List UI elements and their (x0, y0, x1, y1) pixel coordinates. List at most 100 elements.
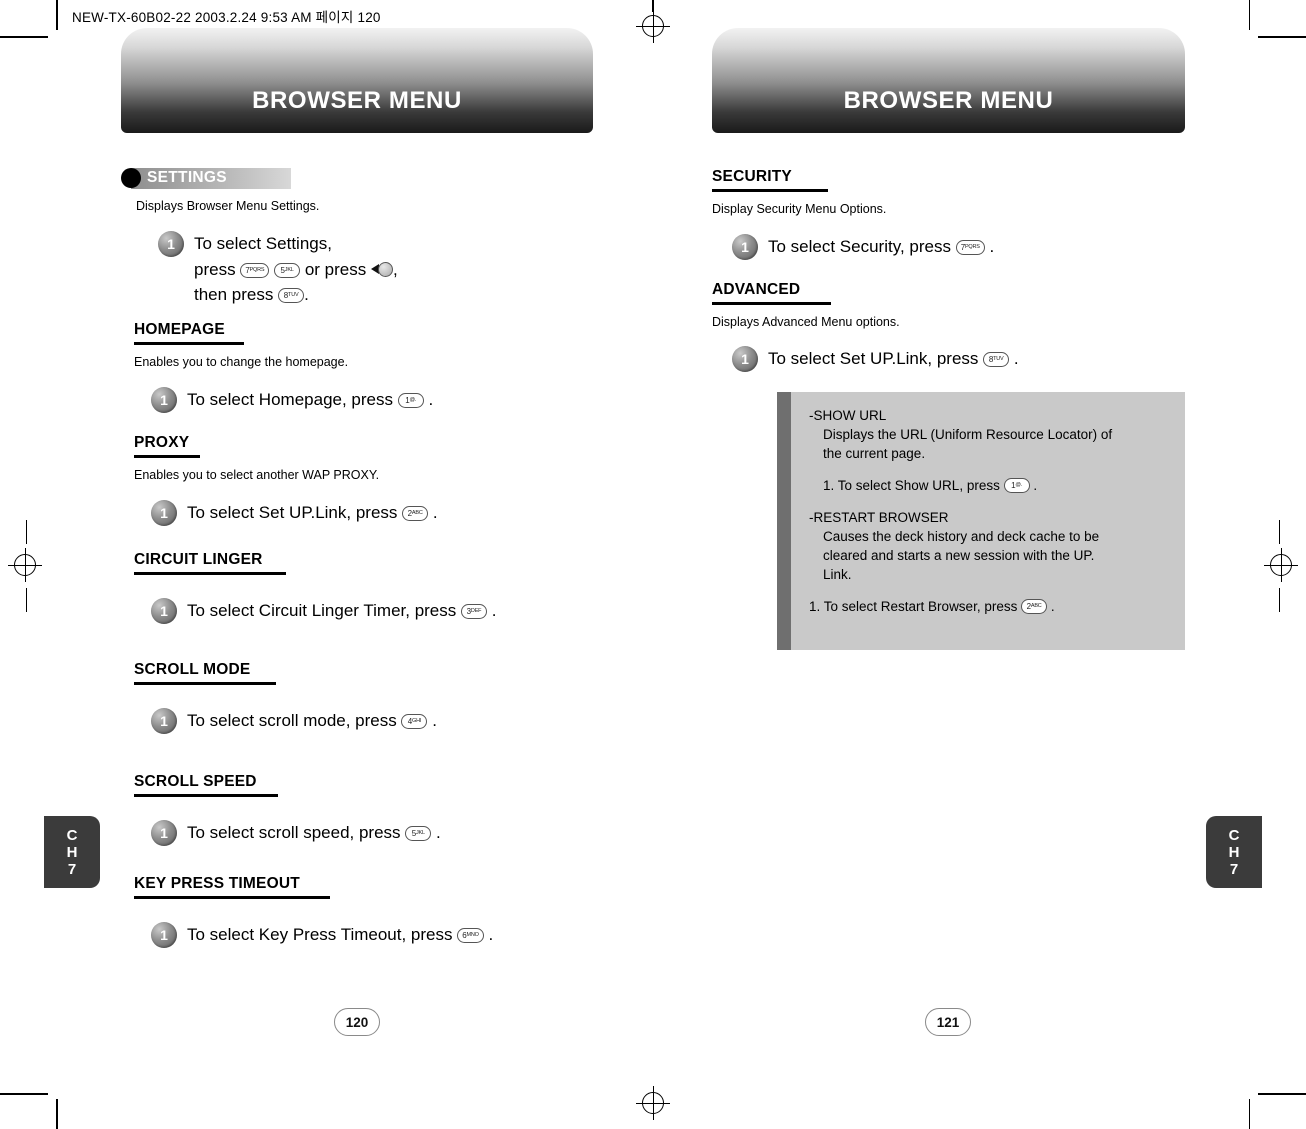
advanced-heading-text: ADVANCED (712, 281, 801, 298)
settings-step-line2-mid: or press (304, 260, 367, 279)
section-heading-scroll-speed: SCROLL SPEED (134, 773, 278, 800)
homepage-description: Enables you to change the homepage. (134, 355, 349, 369)
section-heading-advanced: ADVANCED (712, 281, 831, 308)
scroll-speed-step: 1 To select scroll speed, press 5JKL . (151, 820, 441, 846)
scroll-speed-heading-rule (134, 794, 278, 797)
page-number-left: 120 (334, 1008, 380, 1036)
scroll-mode-step-number: 1 (151, 708, 177, 734)
note-restart-browser-step-pre: 1. To select Restart Browser, press (809, 599, 1018, 614)
chapter-tab-right: C H 7 (1206, 816, 1262, 888)
section-heading-proxy: PROXY (134, 434, 200, 461)
left-page-title: BROWSER MENU (252, 87, 462, 114)
proxy-step-post: . (432, 503, 438, 522)
note-restart-browser-line1: Causes the deck history and deck cache t… (823, 529, 1100, 544)
advanced-step-text: To select Set UP.Link, press 8TUV . (768, 346, 1019, 371)
note-gap-3 (809, 584, 1169, 597)
homepage-step-text: To select Homepage, press 1@. . (187, 387, 433, 412)
chapter-tab-left: C H 7 (44, 816, 100, 888)
circuit-linger-step-pre: To select Circuit Linger Timer, press (187, 601, 457, 620)
advanced-step-post: . (1013, 349, 1019, 368)
security-step-text: To select Security, press 7PQRS . (768, 234, 994, 259)
section-heading-scroll-mode: SCROLL MODE (134, 661, 276, 688)
note-gap-1 (809, 463, 1169, 476)
note-restart-browser-line2: cleared and starts a new session with th… (823, 548, 1095, 563)
key-2-icon: 2ABC (402, 506, 429, 521)
security-step-pre: To select Security, press (768, 237, 951, 256)
note-show-url-step: 1. To select Show URL, press 1@. . (809, 476, 1169, 495)
chapter-tab-right-c: C (1228, 826, 1240, 844)
security-step: 1 To select Security, press 7PQRS . (732, 234, 994, 260)
advanced-note-box-inner: -SHOW URL Displays the URL (Uniform Reso… (791, 392, 1185, 626)
scroll-mode-heading-rule (134, 682, 276, 685)
key-press-timeout-heading-text: KEY PRESS TIMEOUT (134, 875, 300, 892)
note-restart-browser-title: -RESTART BROWSER (809, 510, 949, 525)
key-press-timeout-step-post: . (488, 925, 494, 944)
settings-step-line2-pre: press (194, 260, 236, 279)
scroll-speed-step-text: To select scroll speed, press 5JKL . (187, 820, 441, 845)
bullet-dot-icon (121, 168, 141, 188)
note-restart-browser-line3: Link. (823, 567, 852, 582)
scroll-speed-step-post: . (436, 823, 441, 842)
homepage-step-number: 1 (151, 387, 177, 413)
circuit-linger-step: 1 To select Circuit Linger Timer, press … (151, 598, 496, 624)
left-page: BROWSER MENU SETTINGS Displays Browser M… (0, 0, 653, 1129)
security-description: Display Security Menu Options. (712, 202, 887, 216)
settings-pill-bar: SETTINGS (131, 167, 291, 189)
key-7-icon: 7PQRS (240, 263, 270, 278)
note-restart-browser-step: 1. To select Restart Browser, press 2ABC… (809, 597, 1169, 616)
homepage-step-post: . (428, 390, 434, 409)
note-restart-browser-step-post: . (1050, 599, 1055, 614)
key-press-timeout-heading-rule (134, 896, 330, 899)
advanced-note-box: -SHOW URL Displays the URL (Uniform Reso… (777, 392, 1185, 650)
key-6-icon: 6MNO (457, 928, 484, 943)
scroll-speed-step-number: 1 (151, 820, 177, 846)
note-show-url-title: -SHOW URL (809, 408, 887, 423)
proxy-step-text: To select Set UP.Link, press 2ABC . (187, 500, 438, 525)
scroll-mode-step-text: To select scroll mode, press 4GHI . (187, 708, 437, 733)
key-7b-icon: 7PQRS (955, 240, 985, 255)
key-5b-icon: 5JKL (405, 826, 432, 841)
scroll-mode-heading-text: SCROLL MODE (134, 661, 251, 678)
chapter-tab-right-h: H (1228, 843, 1240, 861)
settings-step-text: To select Settings, press 7PQRS 5JKL or … (194, 231, 398, 307)
settings-pill-label: SETTINGS (147, 169, 227, 186)
section-heading-circuit-linger: CIRCUIT LINGER (134, 551, 286, 578)
key-4-icon: 4GHI (401, 714, 428, 729)
page-number-right: 121 (925, 1008, 971, 1036)
circuit-linger-step-text: To select Circuit Linger Timer, press 3D… (187, 598, 496, 623)
key-3-icon: 3DEF (461, 604, 487, 619)
homepage-heading-text: HOMEPAGE (134, 321, 225, 338)
note-show-url-step-post: . (1033, 478, 1038, 493)
scroll-mode-step-post: . (432, 711, 437, 730)
chapter-tab-right-num: 7 (1229, 860, 1239, 878)
advanced-description: Displays Advanced Menu options. (712, 315, 900, 329)
settings-step-line3-post: . (304, 285, 309, 304)
circuit-linger-heading-text: CIRCUIT LINGER (134, 551, 263, 568)
proxy-heading-text: PROXY (134, 434, 190, 451)
navigation-key-icon (370, 256, 393, 281)
key-press-timeout-step: 1 To select Key Press Timeout, press 6MN… (151, 922, 493, 948)
settings-step-number: 1 (158, 231, 184, 257)
section-heading-key-press-timeout: KEY PRESS TIMEOUT (134, 875, 330, 902)
proxy-step-number: 1 (151, 500, 177, 526)
proxy-step-pre: To select Set UP.Link, press (187, 503, 398, 522)
settings-step-line3-pre: then press (194, 285, 274, 304)
chapter-tab-left-h: H (66, 843, 78, 861)
proxy-step: 1 To select Set UP.Link, press 2ABC . (151, 500, 438, 526)
settings-step: 1 To select Settings, press 7PQRS 5JKL o… (158, 231, 398, 307)
note-gap-2 (809, 495, 1169, 508)
key-1-icon: 1@. (397, 393, 424, 408)
left-page-title-bar: BROWSER MENU (121, 28, 593, 133)
scroll-mode-step: 1 To select scroll mode, press 4GHI . (151, 708, 437, 734)
key-press-timeout-step-pre: To select Key Press Timeout, press (187, 925, 453, 944)
key-5-icon: 5JKL (274, 263, 301, 278)
right-page-title-bar: BROWSER MENU (712, 28, 1185, 133)
security-step-post: . (989, 237, 995, 256)
advanced-heading-rule (712, 302, 831, 305)
key-8-icon: 8TUV (278, 288, 305, 303)
settings-description: Displays Browser Menu Settings. (136, 199, 320, 213)
circuit-linger-heading-rule (134, 572, 286, 575)
key-1b-icon: 1@. (1003, 478, 1030, 493)
chapter-tab-left-c: C (66, 826, 78, 844)
settings-section-pill: SETTINGS (121, 167, 291, 189)
